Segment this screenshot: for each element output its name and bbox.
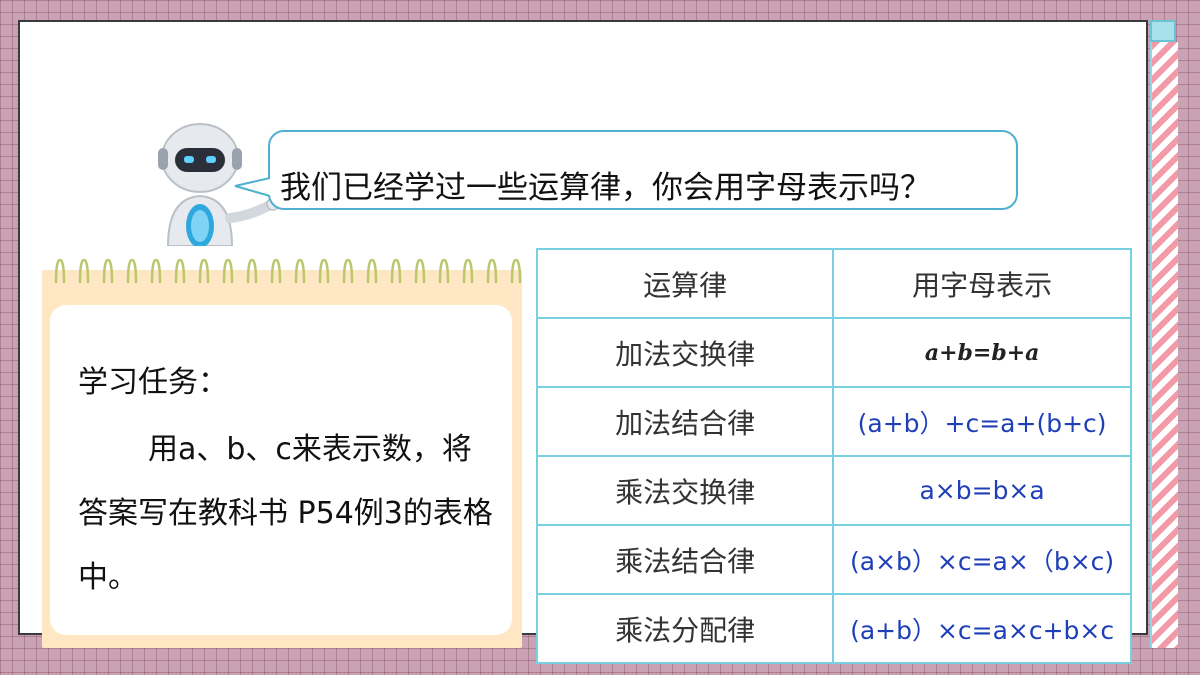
- law-formula-cell: (a×b）×c=a×（b×c): [832, 524, 1132, 595]
- table-row: 乘法结合律 (a×b）×c=a×（b×c): [535, 524, 1132, 595]
- law-formula-cell: (a+b）×c=a×c+b×c: [832, 593, 1132, 664]
- speech-bubble-tail: [234, 177, 273, 197]
- table-row: 乘法交换律 a×b=b×a: [535, 455, 1132, 526]
- law-formula-cell: (a+b）+c=a+(b+c): [832, 386, 1132, 457]
- law-formula-cell: a+b=b+a: [832, 317, 1132, 388]
- law-formula-cell: a×b=b×a: [832, 455, 1132, 526]
- speech-text: 我们已经学过一些运算律，你会用字母表示吗？: [280, 170, 931, 206]
- task-body: 用a、b、c来表示数，将答案写在教科书 P54例3的表格中。: [78, 432, 493, 595]
- law-name-cell: 乘法结合律: [535, 524, 835, 595]
- table-row: 乘法分配律 (a+b）×c=a×c+b×c: [535, 593, 1132, 664]
- law-name-cell: 加法结合律: [535, 386, 835, 457]
- decorative-stripe: [1150, 42, 1178, 648]
- law-name-cell: 乘法交换律: [535, 455, 835, 526]
- corner-tab: [1150, 20, 1176, 42]
- table-header-row: 运算律 用字母表示: [535, 248, 1132, 319]
- law-name-cell: 加法交换律: [535, 317, 835, 388]
- operation-law-table: 运算律 用字母表示 加法交换律 a+b=b+a 加法结合律 (a+b）+c=a+…: [535, 248, 1132, 664]
- table-header-formula: 用字母表示: [832, 248, 1132, 319]
- table-row: 加法结合律 (a+b）+c=a+(b+c): [535, 386, 1132, 457]
- table-header-law: 运算律: [535, 248, 835, 319]
- task-title: 学习任务：: [78, 365, 228, 400]
- table-row: 加法交换律 a+b=b+a: [535, 317, 1132, 388]
- law-name-cell: 乘法分配律: [535, 593, 835, 664]
- notepad-rings: [54, 258, 522, 284]
